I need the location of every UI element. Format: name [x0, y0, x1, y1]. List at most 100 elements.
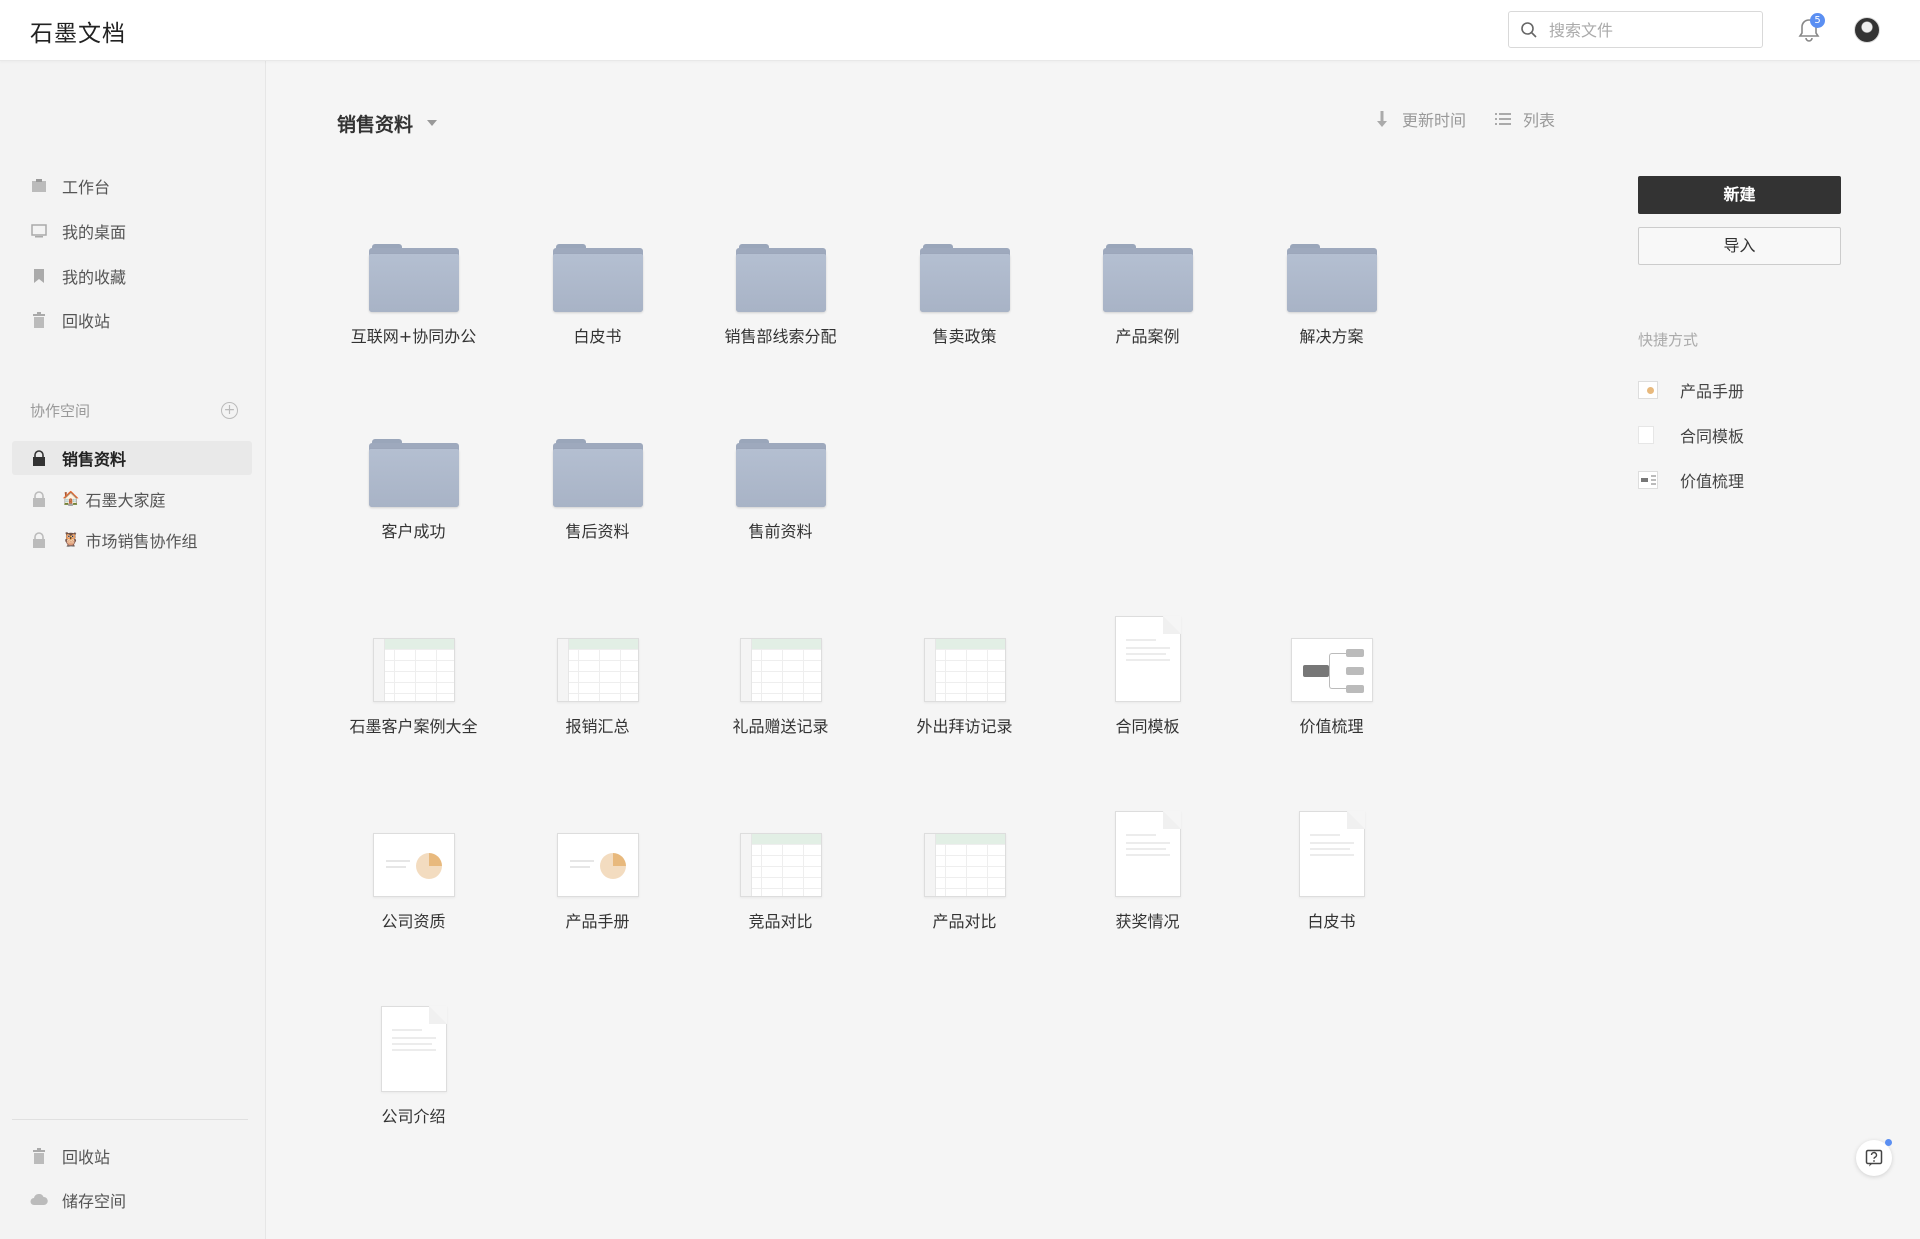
trash-icon: [30, 311, 48, 329]
sidebar-item-label: 储存空间: [62, 1192, 127, 1211]
shortcut-label: 产品手册: [1680, 382, 1745, 401]
shortcut-item[interactable]: 产品手册: [1638, 378, 1744, 402]
sidebar-item-trash[interactable]: 回收站: [12, 303, 252, 337]
spreadsheet-icon: [739, 833, 822, 897]
file-item[interactable]: 公司介绍: [322, 975, 505, 1145]
file-item[interactable]: 白皮书: [1240, 780, 1423, 950]
file-item[interactable]: 产品手册: [506, 780, 689, 950]
spreadsheet-icon: [739, 638, 822, 702]
trash-icon: [30, 1147, 48, 1165]
folder-label: 售前资料: [748, 522, 813, 541]
owl-emoji-icon: 🦉: [62, 532, 80, 548]
folder-item[interactable]: 售后资料: [506, 390, 689, 560]
search-input[interactable]: [1549, 18, 1749, 42]
new-button[interactable]: 新建: [1638, 176, 1841, 214]
folder-label: 产品案例: [1115, 327, 1180, 346]
folder-label: 白皮书: [573, 327, 622, 346]
collab-section-title: 协作空间: [30, 402, 91, 420]
folder-icon: [368, 439, 459, 507]
file-label: 竞品对比: [748, 912, 813, 931]
chevron-down-icon[interactable]: [427, 120, 437, 126]
avatar[interactable]: [1854, 17, 1880, 43]
folder-item[interactable]: 产品案例: [1056, 195, 1239, 365]
folder-item[interactable]: 售前资料: [689, 390, 872, 560]
mindmap-icon: [1638, 471, 1658, 489]
folder-item[interactable]: 白皮书: [506, 195, 689, 365]
sort-down-icon: [1377, 111, 1387, 127]
document-icon: [1638, 426, 1654, 444]
folder-icon: [368, 244, 459, 312]
file-item[interactable]: 合同模板: [1056, 585, 1239, 755]
space-item-marketing[interactable]: 🦉 市场销售协作组: [12, 523, 252, 557]
folder-title[interactable]: 销售资料: [337, 110, 413, 137]
file-item[interactable]: 报销汇总: [506, 585, 689, 755]
file-item[interactable]: 获奖情况: [1056, 780, 1239, 950]
space-item-sales[interactable]: 销售资料: [12, 441, 252, 475]
file-item[interactable]: 价值梳理: [1240, 585, 1423, 755]
folder-item[interactable]: 客户成功: [322, 390, 505, 560]
sidebar-item-label: 回收站: [62, 312, 111, 331]
folder-label: 销售部线索分配: [724, 327, 837, 346]
file-label: 产品手册: [565, 912, 630, 931]
file-label: 公司介绍: [381, 1107, 446, 1126]
folder-icon: [1286, 244, 1377, 312]
sidebar: 工作台 我的桌面 我的收藏 回收站 协作空间 + 销售资料 🏠 石墨大家庭 🦉 …: [0, 61, 266, 1239]
shortcut-label: 合同模板: [1680, 427, 1745, 446]
top-bar: 石墨文档 5: [0, 0, 1920, 61]
sidebar-item-label: 我的桌面: [62, 223, 127, 242]
file-label: 外出拜访记录: [916, 717, 1013, 736]
file-item[interactable]: 竞品对比: [689, 780, 872, 950]
house-emoji-icon: 🏠: [62, 491, 80, 507]
folder-label: 客户成功: [381, 522, 446, 541]
file-label: 报销汇总: [565, 717, 630, 736]
sidebar-item-label: 工作台: [62, 178, 111, 197]
folder-item[interactable]: 解决方案: [1240, 195, 1423, 365]
app-logo[interactable]: 石墨文档: [30, 14, 126, 48]
file-item[interactable]: 产品对比: [873, 780, 1056, 950]
file-label: 公司资质: [381, 912, 446, 931]
file-label: 合同模板: [1115, 717, 1180, 736]
document-icon: [1114, 811, 1181, 897]
notification-badge: 5: [1810, 13, 1825, 28]
slide-icon: [556, 833, 639, 897]
lock-icon: [30, 490, 48, 508]
sidebar-item-workbench[interactable]: 工作台: [12, 169, 252, 203]
spreadsheet-icon: [372, 638, 455, 702]
sidebar-item-favorites[interactable]: 我的收藏: [12, 259, 252, 293]
space-item-family[interactable]: 🏠 石墨大家庭: [12, 482, 252, 516]
import-button[interactable]: 导入: [1638, 227, 1841, 265]
shortcut-item[interactable]: 合同模板: [1638, 423, 1744, 447]
slide-icon: [372, 833, 455, 897]
search-icon: [1521, 22, 1537, 38]
sort-button[interactable]: 更新时间: [1376, 107, 1466, 131]
folder-icon: [552, 439, 643, 507]
slide-icon: [1638, 381, 1658, 399]
folder-item[interactable]: 互联网+协同办公: [322, 195, 505, 365]
list-icon: [1495, 113, 1511, 125]
shortcut-item[interactable]: 价值梳理: [1638, 468, 1744, 492]
workbench-icon: [30, 177, 48, 195]
sidebar-item-desktop[interactable]: 我的桌面: [12, 214, 252, 248]
file-item[interactable]: 石墨客户案例大全: [322, 585, 505, 755]
sidebar-item-storage[interactable]: 储存空间: [12, 1183, 252, 1217]
file-item[interactable]: 礼品赠送记录: [689, 585, 872, 755]
file-item[interactable]: 外出拜访记录: [873, 585, 1056, 755]
folder-icon: [919, 244, 1010, 312]
lock-icon: [30, 531, 48, 549]
folder-item[interactable]: 售卖政策: [873, 195, 1056, 365]
shortcuts-title: 快捷方式: [1638, 331, 1699, 349]
space-label: 销售资料: [62, 450, 127, 469]
sidebar-item-label: 我的收藏: [62, 268, 127, 287]
folder-label: 互联网+协同办公: [350, 327, 477, 346]
folder-item[interactable]: 销售部线索分配: [689, 195, 872, 365]
sidebar-divider: [12, 1119, 248, 1120]
folder-icon: [552, 244, 643, 312]
desktop-icon: [30, 222, 48, 240]
file-item[interactable]: 公司资质: [322, 780, 505, 950]
folder-icon: [735, 244, 826, 312]
add-space-icon[interactable]: +: [221, 402, 238, 419]
file-label: 礼品赠送记录: [732, 717, 829, 736]
view-toggle[interactable]: 列表: [1495, 107, 1555, 131]
sidebar-item-trash-bottom[interactable]: 回收站: [12, 1139, 252, 1173]
search-box[interactable]: [1508, 11, 1763, 48]
